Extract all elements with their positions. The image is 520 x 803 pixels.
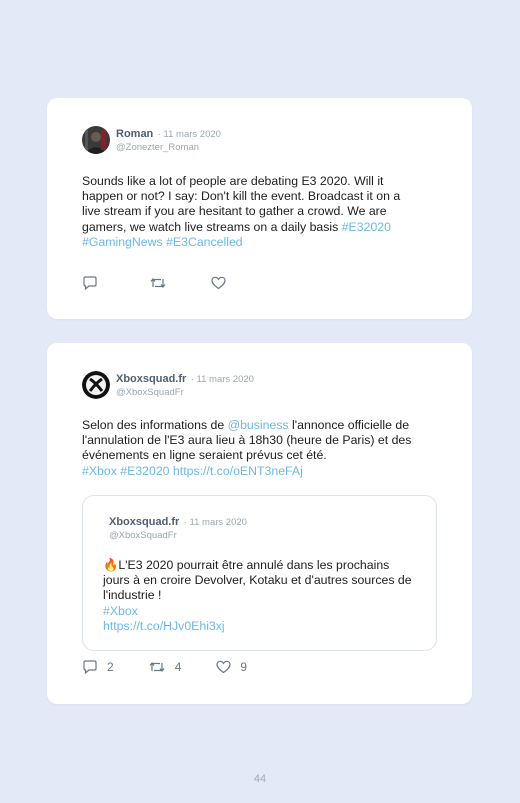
author-handle[interactable]: @XboxSquadFr xyxy=(116,386,254,399)
author-name[interactable]: Roman xyxy=(116,128,153,140)
hashtag-link[interactable]: #E32020 xyxy=(342,220,391,234)
quoted-hashtag[interactable]: #Xbox xyxy=(103,604,138,618)
tweet-text-part: Selon des informations de xyxy=(82,418,228,432)
retweet-count: 4 xyxy=(174,660,182,674)
quoted-text-body: L'E3 2020 pourrait être annulé dans les … xyxy=(103,558,412,603)
reply-button[interactable]: 2 xyxy=(82,660,114,674)
retweet-button[interactable] xyxy=(149,276,167,290)
tweet-text-line: Sounds like a lot of people are debating… xyxy=(82,174,384,188)
like-icon xyxy=(216,660,231,674)
hashtag-links[interactable]: #GamingNews #E3Cancelled xyxy=(82,235,243,249)
like-button[interactable]: 9 xyxy=(216,660,247,674)
tweet-text: Sounds like a lot of people are debating… xyxy=(82,174,444,250)
quoted-author-handle[interactable]: @XboxSquadFr xyxy=(109,529,247,542)
tweet-card-xboxsquad: Xboxsquad.fr · 11 mars 2020 @XboxSquadFr… xyxy=(47,343,472,704)
like-button[interactable] xyxy=(211,276,226,290)
tweet-date: · 11 mars 2020 xyxy=(157,129,221,140)
author-name[interactable]: Xboxsquad.fr xyxy=(116,373,186,385)
quoted-author-name[interactable]: Xboxsquad.fr xyxy=(109,516,179,528)
tweet-text-line: live stream if you are hesitant to gathe… xyxy=(82,204,387,219)
like-count: 9 xyxy=(240,660,248,674)
retweet-icon xyxy=(149,276,167,290)
retweet-button[interactable]: 4 xyxy=(148,660,182,674)
tweet-actions: 2 4 9 xyxy=(82,660,247,674)
tweet-header: Roman · 11 mars 2020 @Zonezter_Roman xyxy=(82,126,221,154)
tweet-text-line: happen or not? I say: Don't kill the eve… xyxy=(82,189,401,204)
tweet-text-line: gamers, we watch live streams on a daily… xyxy=(82,219,342,234)
hashtag-url-links[interactable]: #Xbox #E32020 https://t.co/oENT3neFAj xyxy=(82,464,303,478)
tweet-date: · 11 mars 2020 xyxy=(190,374,254,385)
tweet-card-roman: Roman · 11 mars 2020 @Zonezter_Roman Sou… xyxy=(47,98,472,319)
mention-link[interactable]: @business xyxy=(228,418,289,432)
reply-count: 2 xyxy=(107,660,114,674)
reply-icon xyxy=(82,660,98,674)
page-number: 44 xyxy=(253,773,267,785)
xbox-logo-avatar[interactable] xyxy=(82,371,110,399)
tweet-actions xyxy=(82,276,226,290)
tweet-header: Xboxsquad.fr · 11 mars 2020 @XboxSquadFr xyxy=(82,371,254,399)
author-handle[interactable]: @Zonezter_Roman xyxy=(116,141,221,154)
tweet-text: Selon des informations de @business l'an… xyxy=(82,418,444,479)
user-avatar[interactable] xyxy=(82,126,110,154)
quoted-url[interactable]: https://t.co/HJv0Ehi3xj xyxy=(103,619,225,633)
reply-icon xyxy=(82,276,98,290)
fire-emoji-icon: 🔥 xyxy=(103,558,119,572)
like-icon xyxy=(211,276,226,290)
quoted-header: Xboxsquad.fr · 11 mars 2020 @XboxSquadFr xyxy=(109,514,247,542)
quoted-text: 🔥L'E3 2020 pourrait être annulé dans les… xyxy=(103,558,419,634)
reply-button[interactable] xyxy=(82,276,98,290)
retweet-icon xyxy=(148,660,166,674)
quoted-date: · 11 mars 2020 xyxy=(183,517,247,528)
quoted-tweet[interactable]: Xboxsquad.fr · 11 mars 2020 @XboxSquadFr… xyxy=(82,495,437,651)
